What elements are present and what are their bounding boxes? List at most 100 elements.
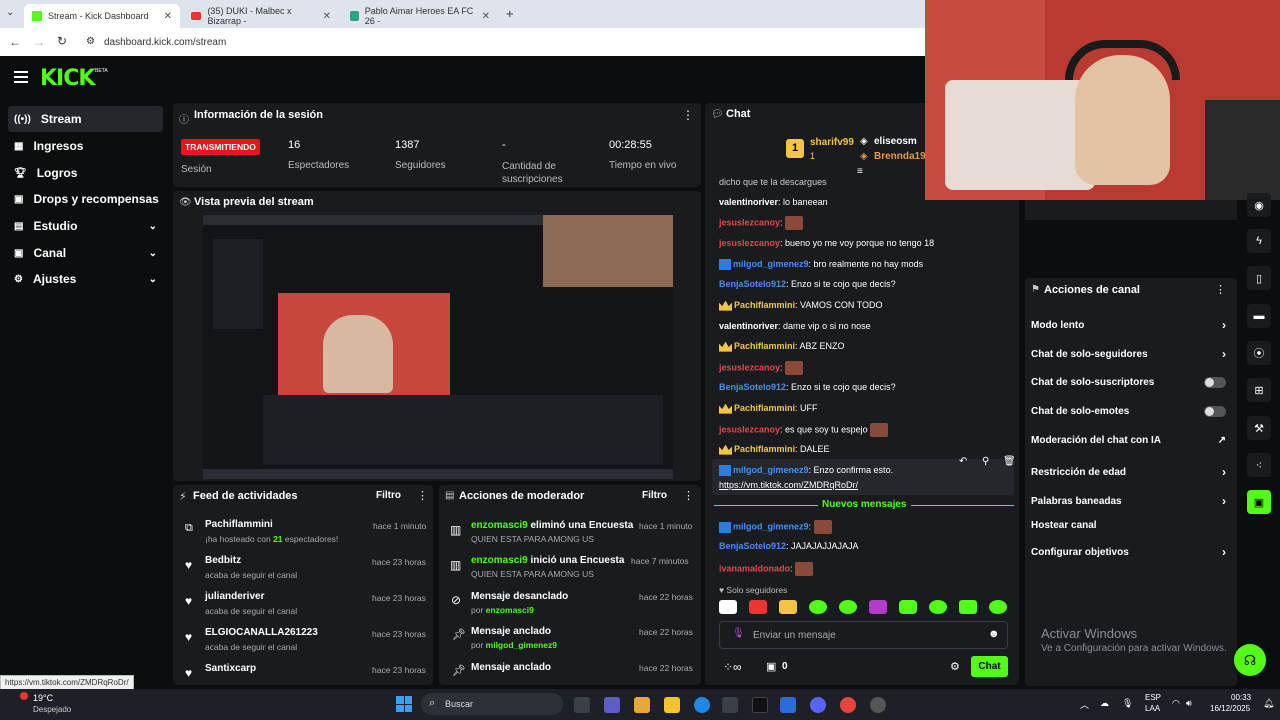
reply-icon[interactable]: ↶ — [959, 456, 967, 467]
new-tab-button[interactable]: + — [506, 6, 514, 21]
feed-user[interactable]: Bedbitz — [205, 555, 241, 566]
support-button[interactable]: ☊ — [1234, 644, 1266, 676]
emote-icon[interactable] — [899, 600, 917, 614]
gear-icon[interactable]: ⚙ — [950, 660, 960, 673]
emote-icon[interactable] — [719, 600, 737, 614]
subs-only-toggle[interactable] — [1204, 377, 1226, 388]
stream-video[interactable] — [203, 215, 673, 479]
language-primary[interactable]: ESP — [1145, 693, 1161, 702]
new-messages-label[interactable]: Nuevos mensajes — [818, 499, 911, 510]
emote-icon[interactable] — [959, 600, 977, 614]
more-options-icon[interactable]: ⋮ — [682, 108, 694, 122]
url-text[interactable]: dashboard.kick.com/stream — [104, 37, 226, 48]
taskbar-time[interactable]: 00:33 — [1231, 693, 1251, 702]
kick-logo[interactable]: KICK — [40, 66, 95, 91]
chat-bubble-icon[interactable]: ▬ — [1247, 304, 1271, 328]
chat-input[interactable]: 🎙︎ Enviar un mensaje ☻ — [719, 621, 1008, 649]
volume-icon[interactable]: 🔊︎ — [1186, 698, 1192, 709]
action-goals[interactable]: Configurar objetivos › — [1031, 545, 1226, 559]
teams-icon[interactable] — [604, 697, 620, 713]
action-followers-only[interactable]: Chat de solo-seguidores › — [1031, 347, 1226, 361]
feed-user[interactable]: julianderiver — [205, 591, 264, 602]
windows-start-icon[interactable] — [396, 696, 412, 712]
close-icon[interactable]: ✕ — [482, 11, 490, 22]
menu-icon[interactable] — [14, 71, 28, 83]
wrench-icon[interactable]: ⚒ — [1247, 416, 1271, 440]
action-subs-only[interactable]: Chat de solo-suscriptores — [1031, 377, 1226, 388]
task-view-icon[interactable] — [574, 697, 590, 713]
tray-chevron-icon[interactable]: ︿ — [1080, 698, 1089, 711]
sidebar-item-canal[interactable]: ▣ Canal ⌄ — [8, 240, 163, 266]
feed-user[interactable]: Pachiflammini — [205, 519, 273, 530]
taskbar-search[interactable]: ⌕ Buscar — [421, 693, 563, 715]
emote-icon[interactable] — [809, 600, 827, 614]
action-slow-mode[interactable]: Modo lento › — [1031, 318, 1226, 332]
top-user-2[interactable]: eliseosm — [874, 136, 917, 147]
lightning-icon[interactable]: ϟ — [1247, 229, 1271, 253]
action-banned-words[interactable]: Palabras baneadas › — [1031, 494, 1226, 508]
obs-icon[interactable] — [870, 697, 886, 713]
infinity-icon[interactable]: ⁘∞ — [723, 660, 742, 674]
sidebar-item-drops[interactable]: ▣ Drops y recompensas — [8, 186, 163, 212]
emotes-only-toggle[interactable] — [1204, 406, 1226, 417]
wifi-icon[interactable]: ◠ — [1172, 698, 1180, 709]
discord-icon[interactable] — [810, 697, 826, 713]
action-host-channel[interactable]: Hostear canal — [1031, 520, 1226, 531]
close-icon[interactable]: ✕ — [164, 11, 172, 22]
more-options-icon[interactable]: ⋮ — [1215, 283, 1226, 296]
tab-kick-dashboard[interactable]: Stream - Kick Dashboard ✕ — [24, 4, 180, 28]
tab-ea-fc[interactable]: Pablo Aimar Heroes EA FC 26 - ✕ — [342, 4, 498, 28]
top-user-3[interactable]: Brennda19 — [874, 151, 926, 162]
document-icon[interactable]: ▯ — [1247, 266, 1271, 290]
feed-user[interactable]: ELGIOCANALLA261223 — [205, 627, 318, 638]
send-chat-button[interactable]: Chat — [971, 656, 1008, 677]
sidebar-item-estudio[interactable]: ▤ Estudio ⌄ — [8, 213, 163, 239]
action-ai-moderation[interactable]: Moderación del chat con IA ↗ — [1031, 435, 1226, 446]
taskbar-date[interactable]: 16/12/2025 — [1210, 704, 1250, 713]
store-icon[interactable] — [722, 697, 738, 713]
chrome-icon[interactable] — [840, 697, 856, 713]
emoji-icon[interactable]: ☻ — [988, 628, 1000, 640]
mic-icon[interactable]: 🎙︎ — [732, 628, 745, 639]
file-explorer-icon[interactable] — [664, 697, 680, 713]
tab-youtube[interactable]: (35) DUKI - Malbec x Bizarrap - ✕ — [183, 4, 339, 28]
action-age-restriction[interactable]: Restricción de edad › — [1031, 465, 1226, 479]
weather-temp[interactable]: 19°C — [33, 693, 53, 703]
feed-user[interactable]: Santixcarp — [205, 663, 256, 674]
grid-icon[interactable]: ⊞ — [1247, 378, 1271, 402]
tray-mic-icon[interactable]: 🎙︎ — [1122, 698, 1133, 709]
emote-icon[interactable] — [869, 600, 887, 614]
broadcast-icon[interactable]: ⦿ — [1247, 341, 1271, 365]
emote-icon[interactable] — [749, 600, 767, 614]
emote-icon[interactable] — [989, 600, 1007, 614]
sidebar-item-ajustes[interactable]: ⚙ Ajustes ⌄ — [8, 266, 163, 292]
reload-icon[interactable]: ↻ — [57, 34, 67, 48]
top-user-1[interactable]: sharifv99 — [810, 137, 854, 148]
emote-icon[interactable] — [929, 600, 947, 614]
sidebar-item-logros[interactable]: 🏆︎ Logros — [8, 160, 163, 186]
app-icon[interactable] — [780, 697, 796, 713]
tiktok-icon[interactable] — [752, 697, 768, 713]
more-options-icon[interactable]: ⋮ — [683, 489, 694, 502]
sidebar-item-stream[interactable]: ((•)) Stream — [8, 106, 163, 132]
pin-icon[interactable]: ⚲ — [982, 456, 989, 467]
close-icon[interactable]: ✕ — [323, 11, 331, 22]
sidebar-item-ingresos[interactable]: ▦ Ingresos — [8, 133, 163, 159]
emote-icon[interactable] — [779, 600, 797, 614]
forward-icon[interactable]: → — [33, 35, 45, 49]
copilot-icon[interactable] — [634, 697, 650, 713]
action-emotes-only[interactable]: Chat de solo-emotes — [1031, 406, 1226, 417]
tab-list-chevron-icon[interactable]: ⌄ — [6, 7, 14, 18]
delete-icon[interactable]: 🗑︎ — [1003, 456, 1016, 467]
camera-icon[interactable]: ◉ — [1247, 193, 1271, 217]
site-info-icon[interactable]: ⚙ — [86, 36, 95, 47]
more-options-icon[interactable]: ⋮ — [417, 489, 428, 502]
active-tool-icon[interactable]: ▣ — [1247, 490, 1271, 514]
tray-cloud-icon[interactable]: ☁︎ — [1100, 698, 1109, 709]
gift-icon[interactable]: ▣ — [766, 660, 776, 673]
filter-button[interactable]: Filtro — [642, 490, 667, 501]
emote-icon[interactable] — [839, 600, 857, 614]
notification-icon[interactable]: 🔔︎ — [1263, 698, 1274, 709]
chat-link[interactable]: https://vm.tiktok.com/ZMDRqRoDr/ — [719, 480, 858, 490]
nodes-icon[interactable]: ⁖ — [1247, 453, 1271, 477]
